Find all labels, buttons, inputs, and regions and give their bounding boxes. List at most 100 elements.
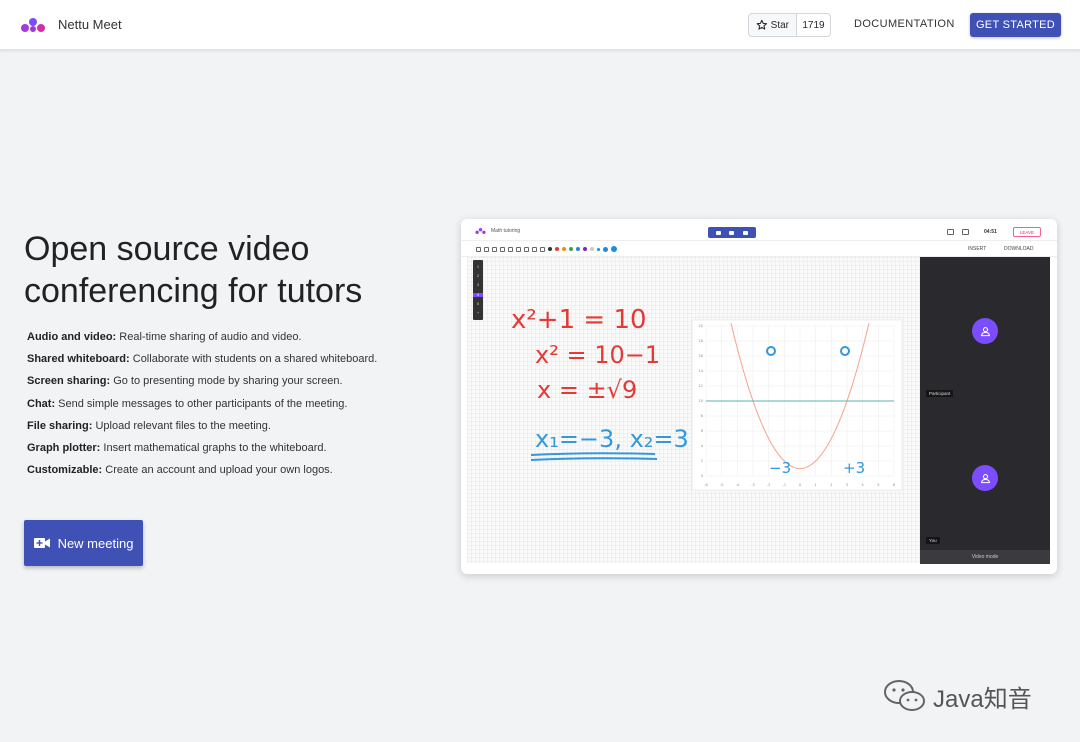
feature-name: Graph plotter:: [27, 441, 101, 454]
page-tab: 3: [476, 282, 480, 288]
stroke-size-icon: [597, 247, 600, 251]
get-started-button[interactable]: GET STARTED: [970, 13, 1061, 37]
graph-y-tick-label: 18: [699, 339, 703, 343]
graph-x-tick-label: 2: [830, 483, 832, 487]
graph-x-tick-label: 5: [877, 483, 879, 487]
graph-x-tick-label: 6: [893, 483, 895, 487]
feature-name: Chat:: [27, 397, 56, 410]
feature-desc: Real-time sharing of audio and video.: [119, 331, 302, 343]
color-swatch-icon: [569, 247, 573, 251]
add-page-tab: +: [476, 310, 480, 316]
preview-video-panel: Participant You: [920, 257, 1050, 564]
preview-video-mode-bar: Video mode: [920, 550, 1050, 564]
stroke-size-icon: [611, 246, 617, 252]
feature-name: Screen sharing:: [27, 375, 111, 388]
star-label-area[interactable]: Star: [749, 14, 797, 36]
line-icon: [516, 246, 521, 252]
feature-item: File sharing: Upload relevant files to t…: [27, 420, 427, 442]
underline-stroke: [530, 457, 658, 461]
preview-tool-icons: [476, 246, 617, 252]
underline-stroke: [530, 452, 656, 456]
feature-desc: Go to presenting mode by sharing your sc…: [113, 375, 343, 388]
graph-y-tick-label: 14: [699, 369, 704, 373]
nettu-logo-icon: [475, 228, 486, 234]
page-tab: 2: [476, 272, 480, 278]
feature-item: Graph plotter: Insert mathematical graph…: [27, 442, 427, 464]
preview-leave-button: LEAVE: [1013, 227, 1041, 237]
graph-y-tick-label: 10: [699, 399, 703, 403]
whiteboard-drawing: x²+1 = 10 x² = 10−1 x = ±√9 x₁=−3, x₂=3 …: [511, 305, 903, 491]
equation-line: x²+1 = 10: [511, 305, 647, 335]
nettu-logo-icon[interactable]: [20, 16, 46, 34]
star-count[interactable]: 1719: [797, 14, 830, 36]
color-swatch-icon: [590, 247, 594, 251]
app-preview-image: Math tutoring 04:51 LEAVE INSERT DOWNLOA…: [461, 219, 1057, 574]
graph-y-tick-label: 16: [699, 354, 703, 358]
new-meeting-button[interactable]: New meeting: [24, 520, 143, 566]
new-meeting-label: New meeting: [57, 535, 134, 551]
graph-x-tick-label: -5: [720, 483, 724, 487]
documentation-link[interactable]: DOCUMENTATION: [854, 18, 955, 30]
page-tab: 5: [476, 300, 480, 306]
color-swatch-icon: [576, 247, 580, 251]
chat-icon: [947, 229, 954, 235]
stroke-size-icon: [603, 246, 608, 252]
watermark-text: Java知音: [933, 685, 1032, 713]
circle-icon: [532, 246, 537, 252]
preview-timer: 04:51: [984, 229, 997, 235]
rectangle-icon: [524, 246, 529, 252]
graph-x-tick-label: 3: [846, 483, 848, 487]
trash-icon: [540, 246, 545, 252]
feature-item: Customizable: Create an account and uplo…: [27, 464, 427, 486]
color-swatch-icon: [548, 247, 552, 251]
graph-y-tick-label: 6: [701, 429, 703, 433]
feature-name: File sharing:: [27, 419, 93, 432]
graph-y-tick-label: 12: [699, 384, 703, 388]
watermark: Java知音: [882, 678, 1032, 714]
graph-x-tick-label: -1: [783, 483, 787, 487]
self-tag: You: [926, 537, 940, 544]
graph-x-tick-label: -6: [704, 483, 708, 487]
participant-tag: Participant: [926, 390, 954, 397]
graph-y-tick-label: 8: [701, 414, 703, 418]
preview-header: Math tutoring 04:51 LEAVE: [461, 219, 1057, 241]
brand-name[interactable]: Nettu Meet: [58, 17, 122, 32]
star-label: Star: [770, 19, 789, 31]
top-navbar: Nettu Meet Star 1719 DOCUMENTATION GET S…: [0, 0, 1080, 50]
pointer-icon: [492, 246, 497, 252]
self-avatar: [972, 465, 998, 491]
feature-name: Audio and video:: [27, 331, 117, 343]
graph-x-tick-label: 1: [815, 483, 817, 487]
color-swatch-icon: [583, 247, 587, 251]
graph-x-tick-label: -3: [751, 483, 755, 487]
star-outline-icon: [756, 19, 767, 30]
graph-y-tick-label: 2: [701, 459, 703, 463]
graph-x-tick-label: 0: [799, 483, 801, 487]
user-icon: [980, 326, 990, 336]
feature-item: Audio and video: Real-time sharing of au…: [27, 331, 427, 353]
feature-desc: Create an account and upload your own lo…: [105, 464, 333, 477]
preview-download-menu: DOWNLOAD: [1004, 246, 1034, 252]
preview-page-list: 1 2 3 4 5 +: [473, 260, 483, 320]
graph-y-tick-label: 0: [701, 474, 703, 478]
camera-icon: [716, 230, 722, 235]
eraser-icon: [508, 246, 513, 252]
color-swatch-icon: [555, 247, 559, 251]
feature-list: Audio and video: Real-time sharing of au…: [27, 331, 427, 486]
graph-x-tick-label: -2: [767, 483, 771, 487]
root-label: +3: [843, 459, 865, 477]
copy-icon: [962, 229, 969, 235]
preview-whiteboard-canvas: x²+1 = 10 x² = 10−1 x = ±√9 x₁=−3, x₂=3 …: [467, 257, 920, 563]
feature-item: Chat: Send simple messages to other part…: [27, 398, 427, 420]
preview-insert-menu: INSERT: [968, 246, 987, 252]
pen-icon: [500, 246, 505, 252]
page-tab: 1: [476, 263, 480, 269]
feature-desc: Upload relevant files to the meeting.: [95, 419, 271, 432]
preview-whiteboard-toolbar: INSERT DOWNLOAD: [461, 241, 1057, 257]
page-tab-active: 4: [473, 292, 483, 297]
feature-item: Shared whiteboard: Collaborate with stud…: [27, 353, 427, 375]
github-star-button[interactable]: Star 1719: [748, 13, 831, 37]
equation-line: x² = 10−1: [535, 341, 660, 369]
participant-avatar: [972, 318, 998, 344]
redo-icon: [484, 246, 489, 252]
